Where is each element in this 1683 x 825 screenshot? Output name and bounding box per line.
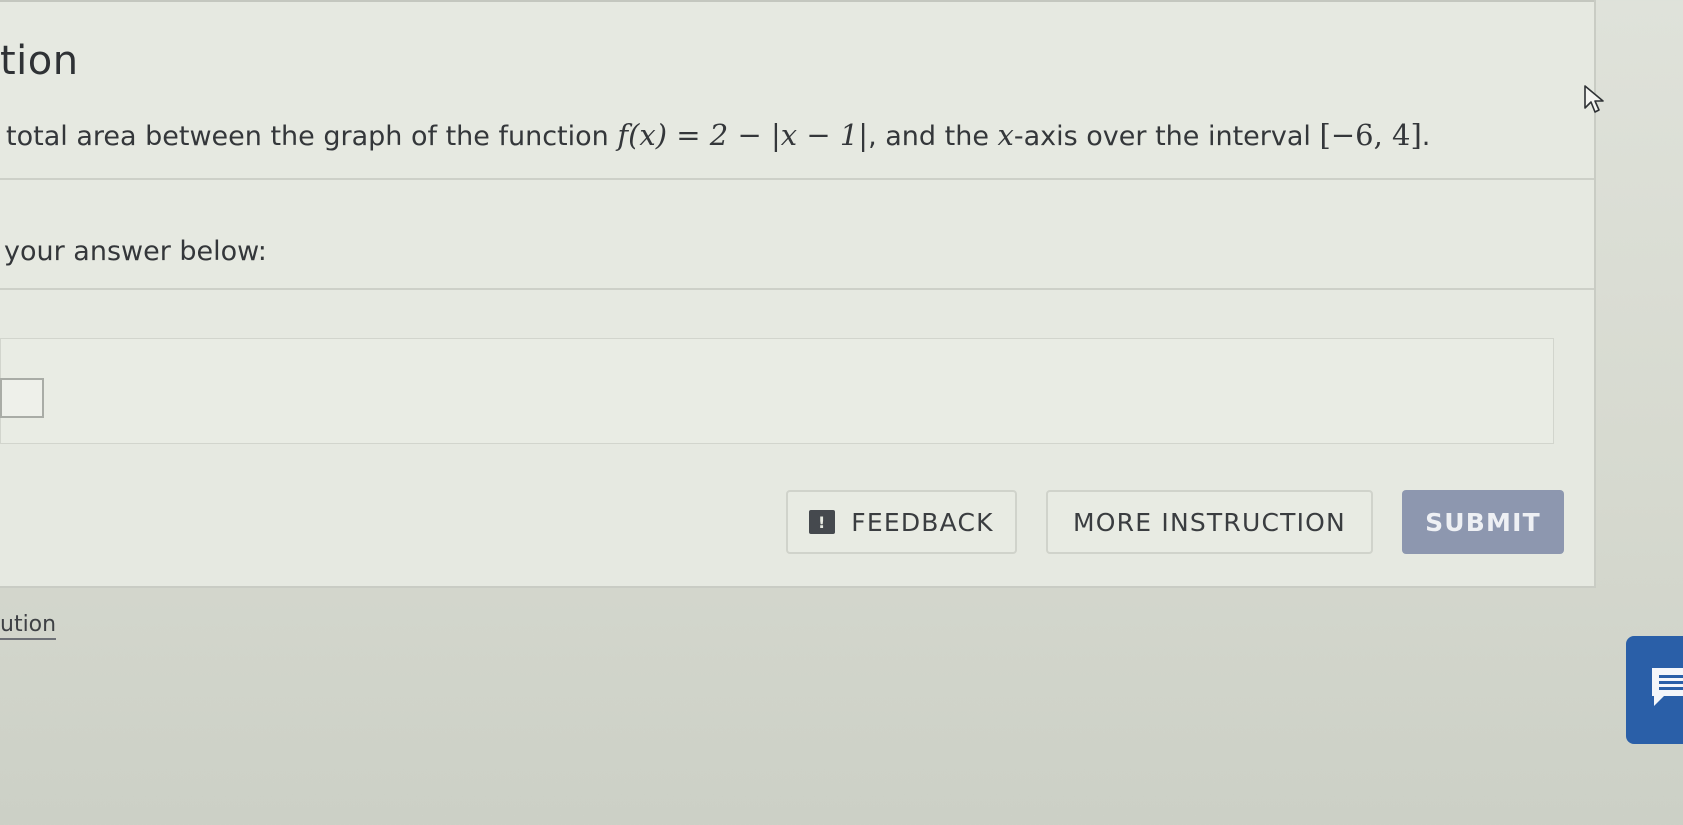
divider <box>0 178 1594 180</box>
feedback-button[interactable]: ! FEEDBACK <box>786 490 1017 554</box>
feedback-icon: ! <box>809 510 836 534</box>
submit-label: SUBMIT <box>1425 507 1541 537</box>
prompt-lead: total area between the graph of the func… <box>6 121 618 152</box>
interval: [−6, 4] <box>1319 118 1422 152</box>
function-expression: f(x) = 2 − |x − 1| <box>617 118 869 152</box>
cursor-icon <box>1584 85 1604 113</box>
panel-top-border <box>0 0 1594 2</box>
answer-checkbox[interactable] <box>0 378 44 418</box>
prompt-mid: , and the <box>868 121 998 152</box>
prompt-end: . <box>1421 121 1431 152</box>
chat-icon <box>1652 668 1683 706</box>
chat-widget[interactable] <box>1626 636 1683 744</box>
answer-label: your answer below: <box>4 236 267 267</box>
solution-link[interactable]: ution <box>0 612 57 640</box>
more-instruction-button[interactable]: MORE INSTRUCTION <box>1046 490 1373 554</box>
question-prompt: total area between the graph of the func… <box>6 118 1430 152</box>
prompt-tail: -axis over the interval <box>1013 121 1320 152</box>
divider <box>0 288 1594 290</box>
feedback-label: FEEDBACK <box>851 507 994 537</box>
section-title: tion <box>0 38 79 84</box>
submit-button[interactable]: SUBMIT <box>1402 490 1564 554</box>
question-panel: tion total area between the graph of the… <box>0 0 1596 588</box>
answer-input-area[interactable] <box>0 338 1554 444</box>
more-instruction-label: MORE INSTRUCTION <box>1073 507 1346 537</box>
axis-variable: x <box>997 118 1014 152</box>
